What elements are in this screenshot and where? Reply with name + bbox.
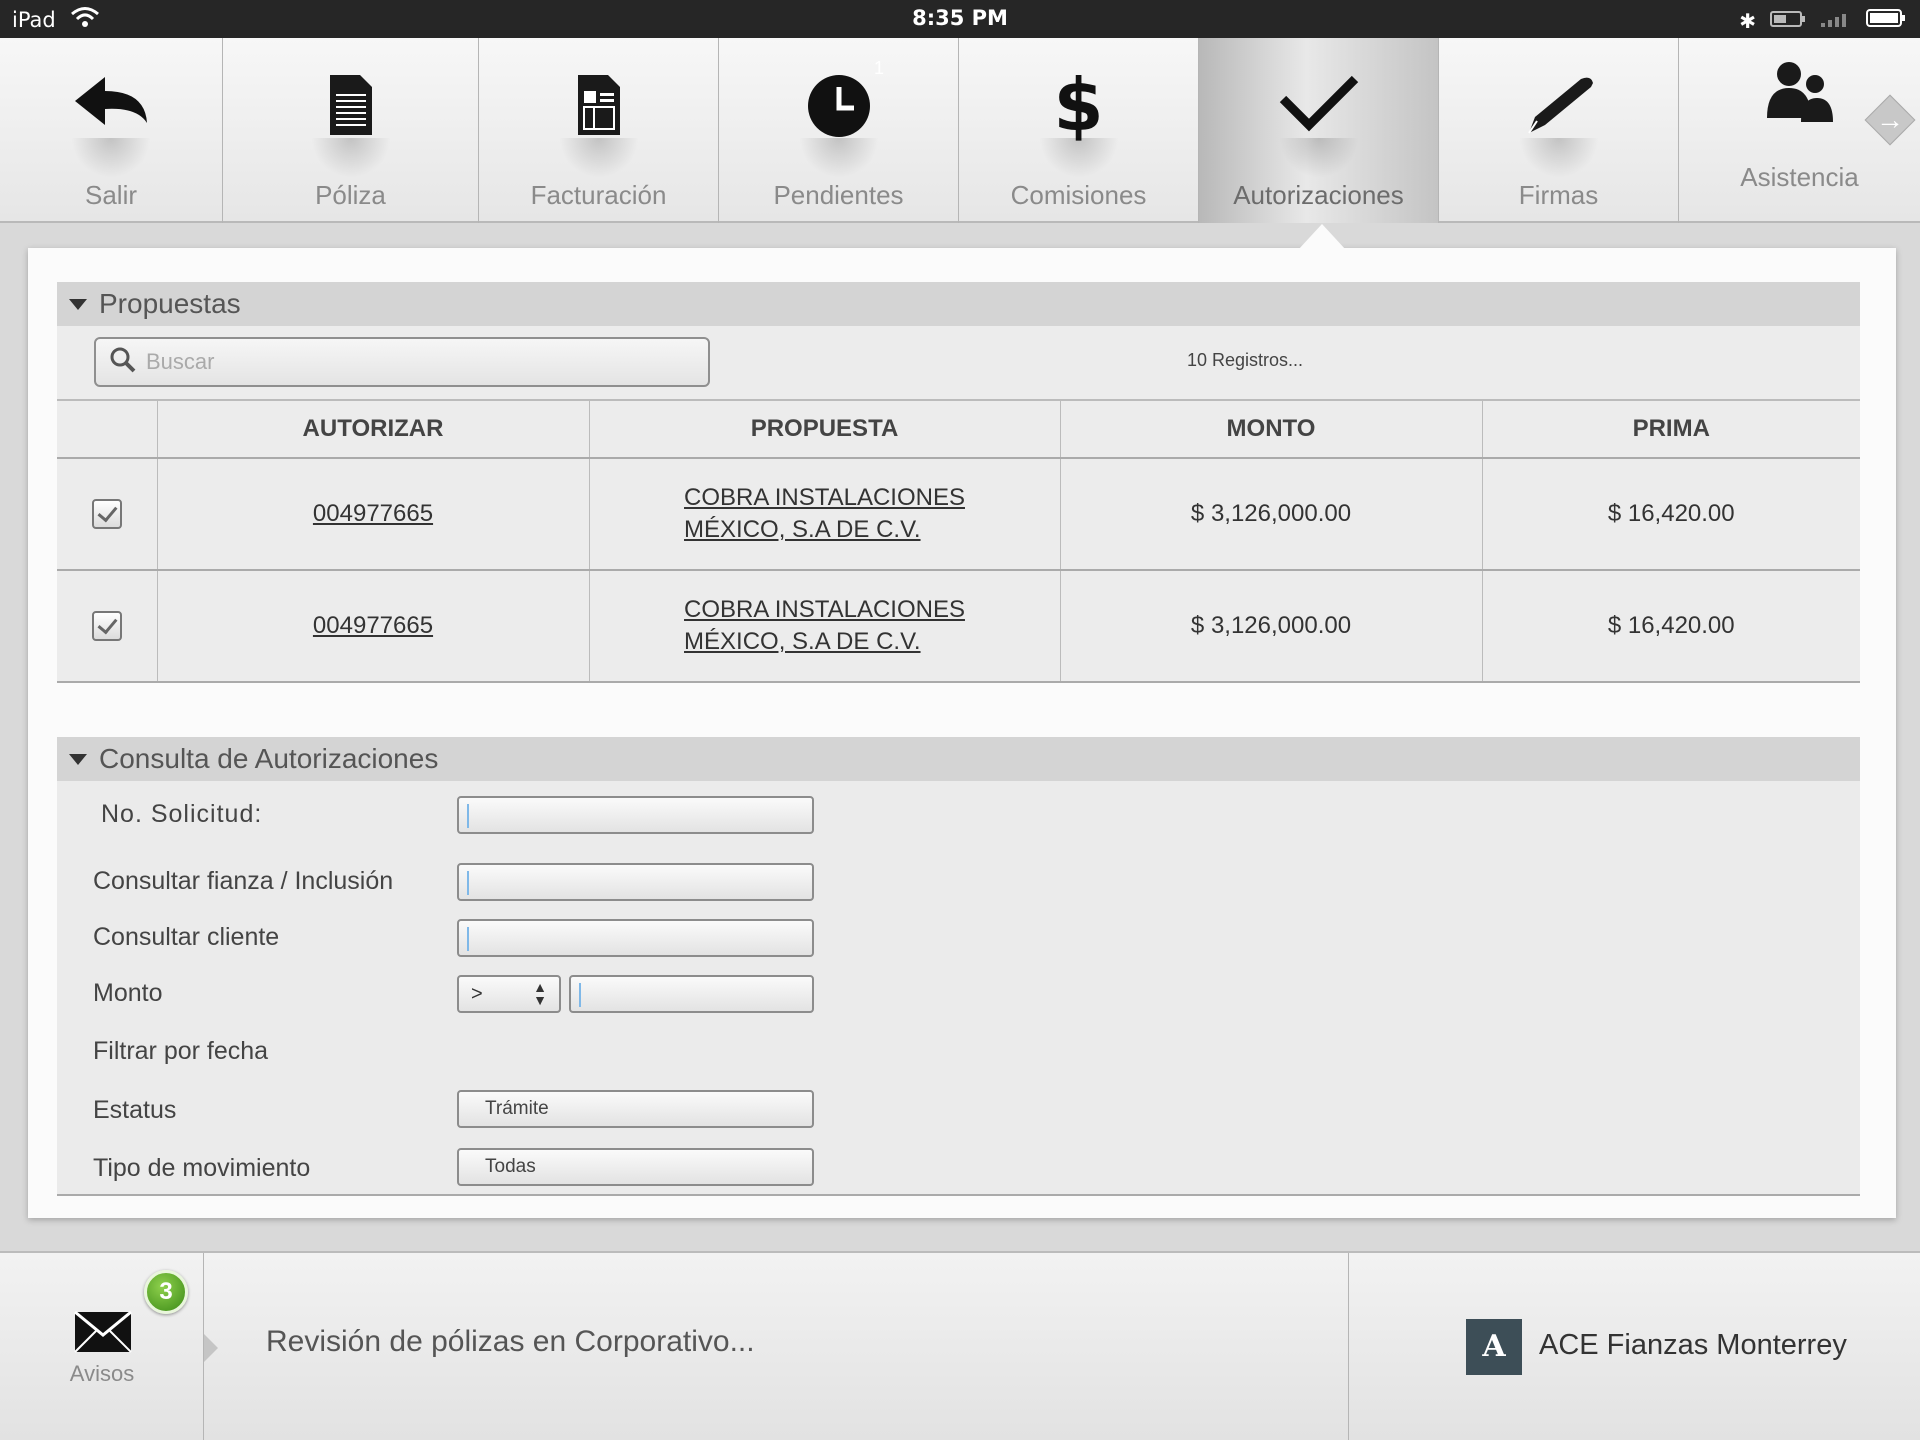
- monto-operator-value: >: [471, 983, 483, 1005]
- propuesta-link[interactable]: COBRA INSTALACIONES MÉXICO, S.A DE C.V.: [684, 482, 965, 546]
- column-header-propuesta[interactable]: PROPUESTA: [589, 401, 1061, 459]
- consultar-cliente-field[interactable]: [457, 919, 814, 957]
- search-icon: [110, 347, 136, 378]
- column-header-monto[interactable]: MONTO: [1060, 401, 1483, 459]
- bottom-bar: 3 Avisos Revisión de pólizas en Corporat…: [0, 1251, 1920, 1440]
- envelope-icon: [74, 1310, 132, 1358]
- collapse-triangle-icon: [69, 753, 87, 765]
- toolbar-item-salir[interactable]: Salir: [0, 38, 223, 223]
- bluetooth-icon: ✱: [1739, 8, 1756, 33]
- propuesta-line1: COBRA INSTALACIONES: [684, 596, 965, 623]
- monto-cell: $ 3,126,000.00: [1060, 570, 1483, 683]
- tipo-movimiento-label: Tipo de movimiento: [93, 1154, 311, 1182]
- row-checkbox[interactable]: [91, 611, 122, 641]
- clock: 8:35 PM: [912, 6, 1008, 30]
- prima-cell: $ 16,420.00: [1482, 458, 1860, 571]
- propuesta-line2: MÉXICO, S.A DE C.V.: [684, 516, 921, 543]
- status-bar: iPad 8:35 PM ✱: [0, 0, 1920, 38]
- search-input[interactable]: [146, 349, 666, 375]
- monto-cell: $ 3,126,000.00: [1060, 458, 1483, 571]
- ace-logo-icon: A: [1466, 1319, 1522, 1375]
- avisos-label: Avisos: [69, 1361, 135, 1386]
- propuesta-line2: MÉXICO, S.A DE C.V.: [684, 628, 921, 655]
- toolbar-label: Póliza: [315, 180, 386, 210]
- section-header-propuestas[interactable]: Propuestas: [57, 282, 1860, 326]
- toolbar-label: Pendientes: [773, 180, 904, 210]
- table-row: 004977665 COBRA INSTALACIONES MÉXICO, S.…: [57, 570, 1860, 683]
- row-checkbox[interactable]: [91, 499, 122, 529]
- toolbar-label: Autorizaciones: [1233, 180, 1404, 210]
- toolbar-item-pendientes[interactable]: 1 Pendientes: [719, 38, 959, 223]
- signal-icon: [1820, 9, 1852, 33]
- monto-field[interactable]: [569, 975, 814, 1013]
- table-header-row: AUTORIZAR PROPUESTA MONTO PRIMA: [57, 401, 1860, 459]
- notch-indicator: [204, 1334, 218, 1362]
- collapse-triangle-icon: [69, 298, 87, 310]
- battery-charging-icon: [1770, 9, 1806, 33]
- avisos-count-badge: 3: [144, 1270, 188, 1314]
- monto-operator-select[interactable]: > ▲ ▼: [457, 975, 561, 1013]
- consultar-fianza-label: Consultar fianza / Inclusión: [93, 867, 394, 895]
- toolbar-label: Comisiones: [1010, 180, 1147, 210]
- search-row: 10 Registros...: [57, 326, 1860, 401]
- section-title: Propuestas: [99, 288, 241, 319]
- autorizar-link[interactable]: 004977665: [313, 500, 433, 527]
- avisos-button[interactable]: 3 Avisos: [0, 1253, 204, 1440]
- tipo-movimiento-value: Todas: [485, 1156, 536, 1177]
- prima-cell: $ 16,420.00: [1482, 570, 1860, 683]
- toolbar-item-comisiones[interactable]: $ Comisiones: [959, 38, 1199, 223]
- toolbar-label: Facturación: [530, 180, 667, 210]
- toolbar-item-autorizaciones[interactable]: Autorizaciones: [1199, 38, 1439, 223]
- no-solicitud-label: No. Solicitud:: [101, 800, 263, 828]
- column-header-autorizar[interactable]: AUTORIZAR: [157, 401, 590, 459]
- estatus-value: Trámite: [485, 1098, 549, 1119]
- battery-icon: [1866, 8, 1906, 33]
- toolbar-item-firmas[interactable]: Firmas: [1439, 38, 1679, 223]
- estatus-label: Estatus: [93, 1096, 177, 1124]
- notice-message[interactable]: Revisión de pólizas en Corporativo...: [266, 1325, 755, 1359]
- toolbar-item-asistencia[interactable]: Asistencia →: [1679, 38, 1920, 223]
- estatus-select[interactable]: Trámite: [457, 1090, 814, 1128]
- propuestas-table: AUTORIZAR PROPUESTA MONTO PRIMA 00497766…: [57, 401, 1860, 683]
- toolbar-item-facturacion[interactable]: Facturación: [479, 38, 719, 223]
- main-toolbar: Salir Póliza Facturación 1 Pendientes $ …: [0, 38, 1920, 223]
- brand-area: A ACE Fianzas Monterrey: [1348, 1253, 1920, 1440]
- autorizar-link[interactable]: 004977665: [313, 612, 433, 639]
- filtrar-fecha-label[interactable]: Filtrar por fecha: [93, 1037, 268, 1066]
- tipo-movimiento-select[interactable]: Todas: [457, 1148, 814, 1186]
- consultar-fianza-field[interactable]: [457, 863, 814, 901]
- monto-label: Monto: [93, 979, 163, 1007]
- toolbar-label: Salir: [84, 180, 137, 210]
- toolbar-label: Asistencia: [1740, 162, 1859, 192]
- section-header-consulta[interactable]: Consulta de Autorizaciones: [57, 737, 1860, 781]
- no-solicitud-field[interactable]: [457, 796, 814, 834]
- column-header-select: [57, 401, 158, 459]
- section-title: Consulta de Autorizaciones: [99, 743, 439, 774]
- active-tab-pointer: [1298, 224, 1346, 250]
- propuesta-line1: COBRA INSTALACIONES: [684, 484, 965, 511]
- toolbar-item-poliza[interactable]: Póliza: [223, 38, 479, 223]
- consultar-cliente-label: Consultar cliente: [93, 923, 280, 951]
- record-count: 10 Registros...: [1187, 350, 1304, 370]
- brand-name: ACE Fianzas Monterrey: [1539, 1329, 1847, 1361]
- toolbar-label: Firmas: [1518, 180, 1599, 210]
- table-row: 004977665 COBRA INSTALACIONES MÉXICO, S.…: [57, 458, 1860, 571]
- column-header-prima[interactable]: PRIMA: [1482, 401, 1860, 459]
- updown-chevron-icon: ▲ ▼: [533, 979, 547, 1008]
- search-box[interactable]: [94, 337, 710, 387]
- propuesta-link[interactable]: COBRA INSTALACIONES MÉXICO, S.A DE C.V.: [684, 594, 965, 658]
- consulta-form: No. Solicitud: Consultar fianza / Inclus…: [57, 781, 1860, 1196]
- people-icon: [1765, 60, 1835, 160]
